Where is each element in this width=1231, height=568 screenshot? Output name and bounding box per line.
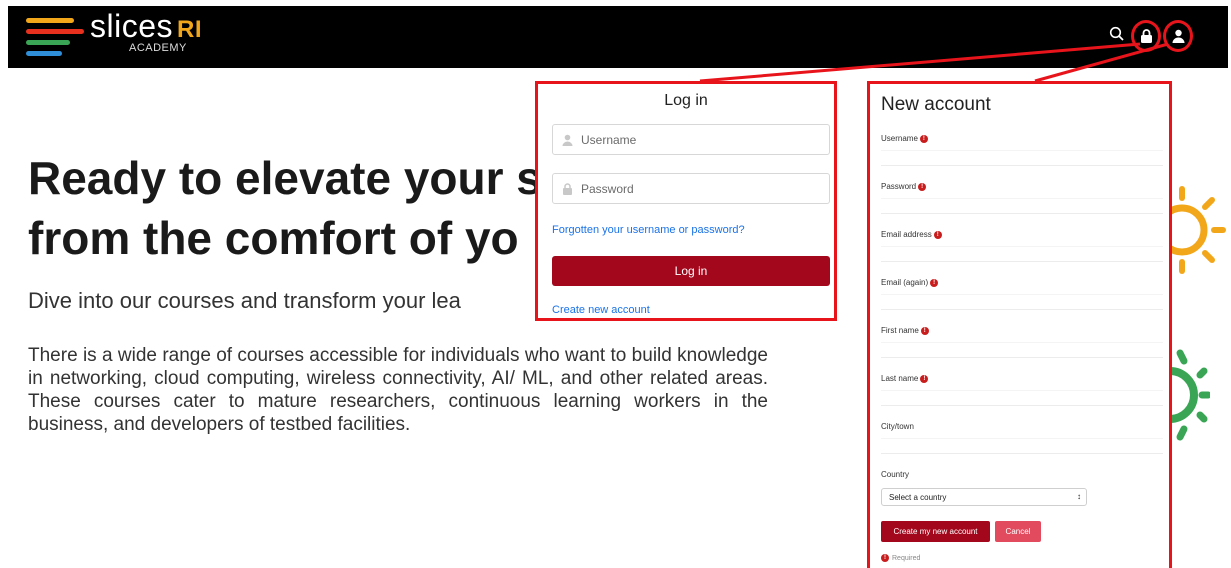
- required-icon: !: [881, 554, 889, 562]
- signup-last-name-field[interactable]: [881, 390, 1163, 406]
- select-arrows-icon: ↕: [1077, 492, 1081, 501]
- signup-email-again-field[interactable]: [881, 294, 1163, 310]
- required-icon: !: [919, 134, 928, 143]
- signup-username-field[interactable]: [881, 150, 1163, 166]
- first-name-label: First name!: [881, 326, 929, 335]
- signup-email-field[interactable]: [881, 246, 1163, 262]
- create-account-link[interactable]: Create new account: [552, 304, 650, 316]
- last-name-label: Last name!: [881, 374, 929, 383]
- signup-first-name-field[interactable]: [881, 342, 1163, 358]
- country-select[interactable]: Select a country ↕: [881, 488, 1087, 506]
- forgot-password-link[interactable]: Forgotten your username or password?: [552, 224, 745, 236]
- username-input[interactable]: Username: [552, 124, 830, 155]
- required-note: ! Required: [881, 554, 920, 562]
- required-icon: !: [920, 374, 929, 383]
- create-account-button[interactable]: Create my new account: [881, 521, 990, 542]
- country-label: Country: [881, 470, 910, 479]
- required-icon: !: [918, 182, 927, 191]
- username-label: Username!: [881, 134, 928, 143]
- login-panel: Log in Username Password Forgotten your …: [535, 81, 837, 321]
- email-again-label: Email (again)!: [881, 278, 939, 287]
- password-input[interactable]: Password: [552, 173, 830, 204]
- password-label: Password!: [881, 182, 927, 191]
- required-icon: !: [930, 278, 939, 287]
- required-icon: !: [933, 230, 942, 239]
- city-label: City/town: [881, 422, 914, 431]
- login-title: Log in: [664, 92, 708, 109]
- login-button[interactable]: Log in: [552, 256, 830, 286]
- user-icon: [562, 134, 573, 146]
- signup-city-field[interactable]: [881, 438, 1163, 454]
- required-icon: !: [920, 326, 929, 335]
- email-label: Email address!: [881, 230, 942, 239]
- signup-password-field[interactable]: [881, 198, 1163, 214]
- cancel-button[interactable]: Cancel: [995, 521, 1041, 542]
- lock-icon: [563, 183, 572, 195]
- new-account-panel: New account Username! Password! Email ad…: [867, 81, 1172, 568]
- new-account-title: New account: [881, 94, 991, 115]
